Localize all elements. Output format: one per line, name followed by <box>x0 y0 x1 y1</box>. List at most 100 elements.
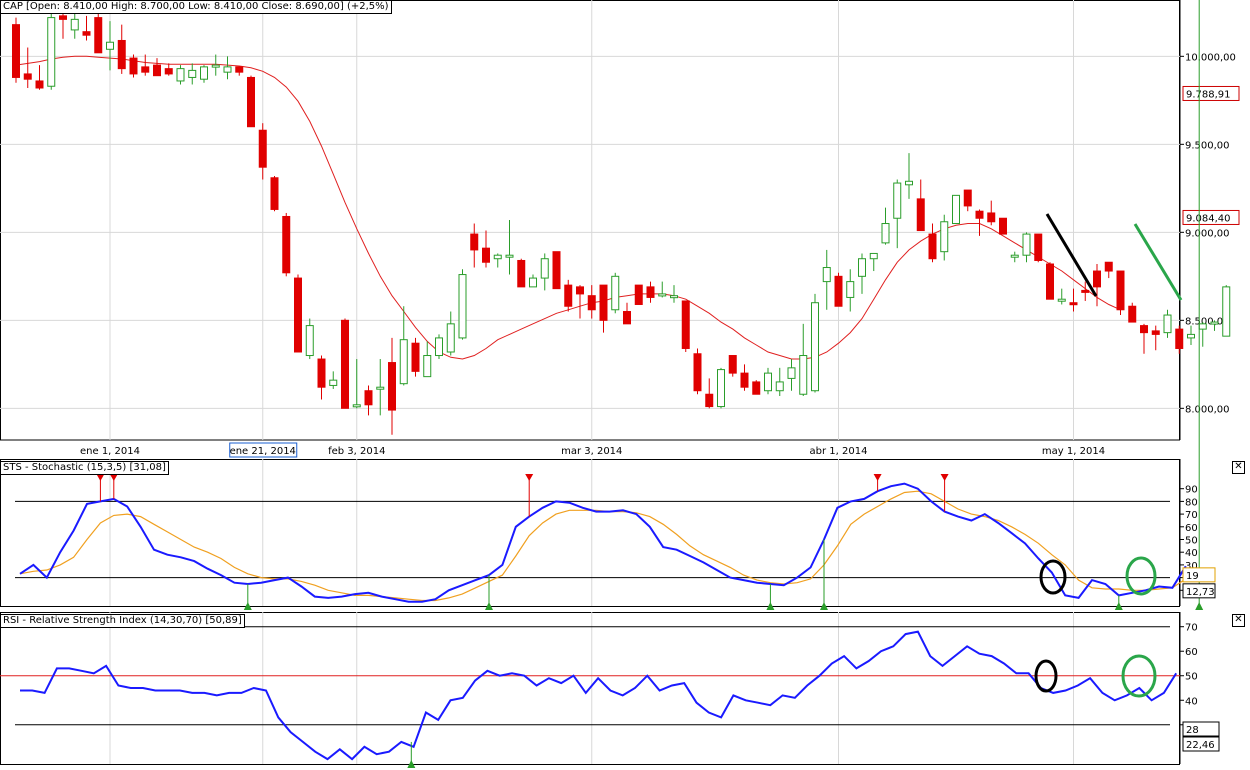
candle-body <box>282 215 291 274</box>
x-tick-label: abr 1, 2014 <box>810 446 868 457</box>
candle-body <box>106 41 114 50</box>
y-tick-label: 60 <box>1185 647 1198 658</box>
candle <box>458 269 467 340</box>
candle-body <box>94 17 103 54</box>
candle-body <box>952 194 960 225</box>
candle-body <box>693 353 702 392</box>
candle-body <box>399 339 408 385</box>
candle <box>634 284 643 305</box>
candle-body <box>211 64 220 68</box>
candle <box>681 300 690 352</box>
candle-body <box>1151 330 1160 335</box>
price-panel-title: CAP [Open: 8.410,00 High: 8.700,00 Low: … <box>0 0 392 14</box>
y-tick-label: 8.000,00 <box>1185 404 1230 415</box>
candle-body <box>164 68 173 75</box>
candle-body <box>1128 305 1137 323</box>
candle-body <box>129 57 138 75</box>
candle <box>693 348 702 395</box>
y-tick-label: 9.500,00 <box>1185 140 1230 151</box>
candle-body <box>787 367 796 379</box>
candle-body <box>482 247 490 263</box>
candle-body <box>1187 333 1195 339</box>
candle <box>952 194 960 225</box>
candle-body <box>599 284 608 321</box>
candle-body <box>928 233 937 260</box>
candle <box>129 54 138 78</box>
candle-body <box>153 64 161 77</box>
candle-body <box>1104 261 1113 272</box>
y-tick-label: 40 <box>1185 548 1198 559</box>
candle-body <box>1175 328 1184 349</box>
candle-body <box>646 286 655 298</box>
candle-body <box>1163 314 1172 334</box>
rsi-panel-title: RSI - Relative Strength Index (14,30,70)… <box>0 614 245 628</box>
candle-body <box>1093 270 1101 288</box>
candle-body <box>728 355 737 374</box>
candle-body <box>1057 298 1066 302</box>
rsi-close-button[interactable]: ✕ <box>1232 614 1245 627</box>
candle <box>611 272 620 314</box>
stochastic-close-button[interactable]: ✕ <box>1232 461 1245 474</box>
candle-body <box>1081 289 1090 293</box>
candle-body <box>987 212 996 223</box>
y-tick-label: 50 <box>1185 672 1198 683</box>
candle-body <box>705 393 714 408</box>
candle-body <box>1222 286 1231 337</box>
candle-body <box>1210 321 1219 325</box>
candle-body <box>540 258 549 279</box>
candle-body <box>1140 325 1148 334</box>
stock-chart: ene 1, 2014 ene 21, 2014 feb 3, 2014 mar 3,… <box>0 0 1250 768</box>
candle <box>834 272 843 307</box>
candle-body <box>376 386 385 390</box>
candle-body <box>141 66 150 73</box>
candle <box>341 318 349 409</box>
y-tick-label: 9.000,00 <box>1185 228 1230 239</box>
candle-body <box>811 302 819 392</box>
candle-body <box>670 295 678 299</box>
candle-body <box>59 15 67 20</box>
candle-body <box>176 68 185 82</box>
candle-body <box>916 198 925 232</box>
x-tick-label: mar 3, 2014 <box>561 446 622 457</box>
candle-body <box>329 379 338 386</box>
candle-body <box>963 189 972 207</box>
value-marker-label: 19 <box>1186 571 1199 582</box>
candle-body <box>235 66 244 73</box>
x-tick-label: ene 21, 2014 <box>230 446 296 457</box>
candle-body <box>940 221 949 253</box>
candle <box>282 212 291 277</box>
candle-body <box>975 210 984 219</box>
candle-body <box>435 337 443 357</box>
candle-body <box>294 277 302 353</box>
y-tick-label: 90 <box>1185 485 1198 496</box>
candle-body <box>764 372 772 392</box>
y-tick-label: 70 <box>1185 510 1198 521</box>
candle-body <box>1034 233 1043 261</box>
candle-body <box>552 251 561 290</box>
candle-body <box>822 267 831 283</box>
candle-body <box>752 381 761 395</box>
candle <box>1222 285 1231 337</box>
candle-body <box>740 372 749 388</box>
candle-body <box>470 233 479 251</box>
candle-body <box>905 180 913 186</box>
y-tick-label: 10.000,00 <box>1185 52 1236 63</box>
candle-body <box>529 277 537 288</box>
candle-body <box>505 254 514 258</box>
candle-body <box>881 223 890 244</box>
candle <box>12 17 20 83</box>
candle-body <box>223 66 232 73</box>
stochastic-panel-title: STS - Stochastic (15,3,5) [31,08] <box>0 461 169 475</box>
candle <box>752 380 761 395</box>
candle-body <box>446 323 455 353</box>
candle-body <box>258 129 267 168</box>
candle-body <box>270 177 279 210</box>
candle <box>517 258 526 288</box>
candle-body <box>623 311 631 325</box>
candle <box>1187 325 1195 345</box>
candle-body <box>893 182 902 219</box>
candle <box>728 355 737 377</box>
candle-body <box>611 275 620 311</box>
candle-body <box>188 69 197 78</box>
buy-signal-marker <box>1195 602 1204 610</box>
